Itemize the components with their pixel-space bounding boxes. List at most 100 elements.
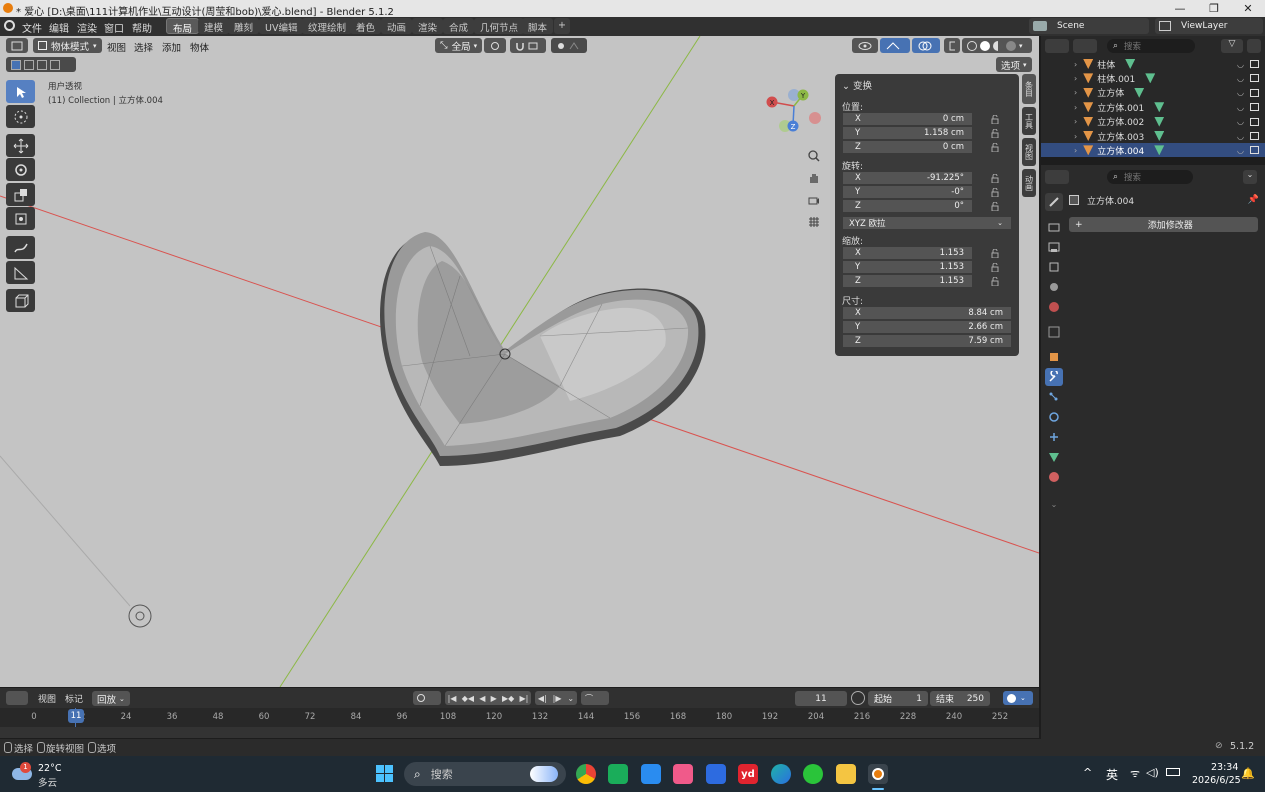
lock-icon[interactable] — [991, 115, 999, 124]
rotation-y-field[interactable]: Y -0° — [842, 185, 973, 199]
outliner-row[interactable]: › 立方体.002 ◡ — [1041, 115, 1265, 129]
camera-icon[interactable] — [1250, 103, 1259, 112]
view-layer-tab[interactable] — [1045, 258, 1063, 276]
selection-mode-group[interactable] — [6, 57, 76, 72]
rotation-x-field[interactable]: X -91.225° — [842, 171, 973, 185]
ime-indicator[interactable]: 英 — [1106, 766, 1118, 783]
proportional-edit-button[interactable] — [551, 38, 587, 53]
menu-marker[interactable]: 标记 — [65, 692, 83, 705]
location-y-field[interactable]: Y 1.158 cm — [842, 126, 973, 140]
add-workspace-button[interactable]: + — [554, 18, 570, 34]
lock-icon[interactable] — [991, 143, 999, 152]
physics-tab[interactable] — [1045, 408, 1063, 426]
view-layer-selector[interactable]: ViewLayer — [1155, 18, 1263, 34]
cursor-tool[interactable] — [6, 105, 35, 128]
output-tab[interactable] — [1045, 238, 1063, 256]
tab-animation[interactable]: 动画 — [1022, 169, 1036, 197]
zoom-button[interactable] — [806, 148, 822, 164]
outliner-search-input[interactable]: ⌕ 搜索 — [1107, 39, 1195, 53]
outliner-row[interactable]: › 柱体.001 ◡ — [1041, 71, 1265, 85]
properties-search-input[interactable]: ⌕ 搜索 — [1107, 170, 1193, 184]
expand-arrow-icon[interactable]: › — [1074, 88, 1077, 97]
tab-item[interactable]: 条目 — [1022, 74, 1036, 104]
select-box-tool[interactable] — [6, 80, 35, 103]
scale-z-field[interactable]: Z 1.153 — [842, 274, 973, 288]
camera-icon[interactable] — [1250, 146, 1259, 155]
camera-icon[interactable] — [1250, 117, 1259, 126]
rendered-shading-icon[interactable] — [1006, 40, 1016, 51]
eye-icon[interactable]: ◡ — [1237, 60, 1244, 69]
timeline-ruler[interactable]: 0122436486072849610812013214415616818019… — [0, 708, 1039, 738]
current-frame-field[interactable]: 11 — [795, 691, 847, 706]
prev-keyframe-icon[interactable]: ◆◀ — [462, 694, 474, 703]
visibility-button[interactable] — [852, 38, 878, 53]
editor-type-icon[interactable] — [1045, 170, 1069, 184]
rotation-z-field[interactable]: Z 0° — [842, 199, 973, 213]
settings-app-icon[interactable] — [706, 764, 726, 784]
volume-icon[interactable]: ◁) — [1146, 766, 1159, 779]
stopwatch-icon[interactable] — [851, 691, 865, 705]
navigation-gizmo[interactable]: X Y Z — [760, 84, 830, 134]
tab-rendering[interactable]: 渲染 — [412, 18, 444, 34]
snap-button[interactable] — [510, 38, 546, 53]
next-keyframe-icon[interactable]: ▶◆ — [502, 694, 514, 703]
new-collection-icon[interactable] — [1247, 39, 1261, 53]
jump-end-icon[interactable]: ▶| — [520, 694, 529, 703]
editor-type-button[interactable] — [6, 38, 28, 53]
material-tab[interactable] — [1045, 468, 1063, 486]
blender-taskbar-icon[interactable] — [868, 764, 888, 784]
tab-texture-paint[interactable]: 纹理绘制 — [302, 18, 353, 34]
scale-y-field[interactable]: Y 1.153 — [842, 260, 973, 274]
modifier-tab[interactable] — [1045, 368, 1063, 386]
notification-icon[interactable]: 🔔 — [1241, 767, 1255, 780]
menu-file[interactable]: 文件 — [22, 20, 42, 35]
menu-render[interactable]: 渲染 — [77, 20, 97, 35]
render-tab[interactable] — [1045, 218, 1063, 236]
blender-menu-icon[interactable] — [4, 20, 15, 31]
material-shading-icon[interactable] — [993, 40, 1003, 51]
expand-arrow-icon[interactable]: › — [1074, 117, 1077, 126]
camera-icon[interactable] — [1250, 60, 1259, 68]
lock-icon[interactable] — [991, 249, 999, 258]
menu-add[interactable]: 添加 — [162, 40, 181, 54]
measure-tool[interactable] — [6, 261, 35, 284]
youdao-app-icon[interactable]: yd — [738, 764, 758, 784]
options-button[interactable]: 选项 ▾ — [996, 57, 1032, 72]
outliner-row[interactable]: › 柱体 ◡ — [1041, 57, 1265, 71]
next-keyframe-button[interactable]: |▶ — [553, 694, 562, 703]
play-reverse-icon[interactable]: ◀ — [479, 694, 485, 703]
tab-geometry-nodes[interactable]: 几何节点 — [474, 18, 525, 34]
expand-arrow-icon[interactable]: › — [1074, 74, 1077, 83]
tab-layout[interactable]: 布局 — [166, 18, 200, 35]
messenger-app-icon[interactable] — [608, 764, 628, 784]
add-modifier-button[interactable]: + 添加修改器 — [1069, 217, 1258, 232]
dimensions-z-field[interactable]: Z 7.59 cm — [842, 334, 1012, 348]
lock-icon[interactable] — [991, 188, 999, 197]
outliner-row[interactable]: › 立方体 ◡ — [1041, 86, 1265, 100]
transform-section-header[interactable]: ⌄ 变换 — [842, 78, 872, 92]
display-mode-icon[interactable] — [1045, 39, 1069, 53]
pin-icon[interactable]: 📌 — [1248, 195, 1259, 205]
xray-button[interactable] — [944, 38, 960, 53]
move-tool[interactable] — [6, 134, 35, 157]
chevron-up-icon[interactable]: ^ — [1083, 766, 1092, 779]
annotate-tool[interactable] — [6, 236, 35, 259]
menu-select[interactable]: 选择 — [134, 40, 153, 54]
filter-mode-icon[interactable] — [1073, 39, 1097, 53]
end-frame-field[interactable]: 结束 250 — [930, 691, 990, 706]
lock-icon[interactable] — [991, 202, 999, 211]
rotation-mode-select[interactable]: XYZ 欧拉 ⌄ — [842, 216, 1012, 230]
tab-uv-editing[interactable]: UV编辑 — [259, 18, 304, 34]
scene-tab[interactable] — [1045, 278, 1063, 296]
maximize-button[interactable]: ❐ — [1197, 0, 1231, 17]
close-button[interactable]: ✕ — [1231, 0, 1265, 17]
expand-arrow-icon[interactable]: › — [1074, 132, 1077, 141]
transform-orientation-selector[interactable]: ⤡ 全局 ▾ — [435, 38, 483, 53]
clock-date[interactable]: 2026/6/25 — [1192, 775, 1241, 786]
taskbar-search[interactable]: ⌕ 搜索 — [404, 762, 566, 786]
menu-view[interactable]: 视图 — [107, 40, 126, 54]
music-app-icon[interactable] — [673, 764, 693, 784]
more-tabs-toggle[interactable]: ⌄ — [1045, 495, 1063, 513]
playhead-marker[interactable]: 11 — [68, 709, 84, 723]
particles-tab[interactable] — [1045, 388, 1063, 406]
